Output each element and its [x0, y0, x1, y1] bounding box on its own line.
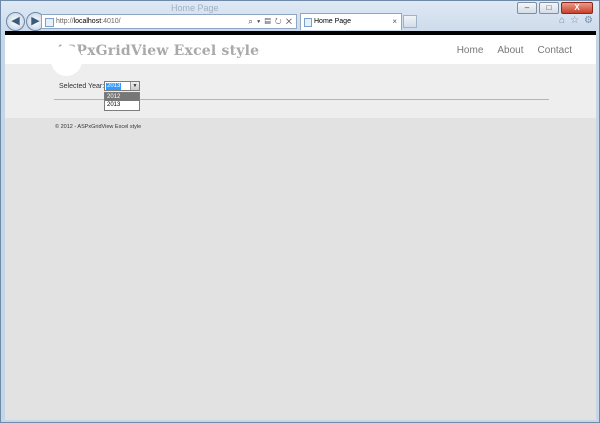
url-scheme: http:// [56, 18, 74, 25]
chevron-down-icon[interactable]: ▼ [130, 82, 139, 90]
nav-link-home[interactable]: Home [457, 45, 484, 56]
page-icon [45, 18, 54, 27]
maximize-button[interactable]: □ [539, 2, 559, 14]
year-select-value: 2013 [106, 83, 122, 90]
favorites-star-icon[interactable]: ☆ [570, 15, 579, 26]
site-header: ASPxGridView Excel style Home About Cont… [5, 35, 596, 64]
url-port-path: :4010/ [101, 18, 121, 25]
address-bar[interactable]: http://localhost:4010/ ⌕ ▾ ▤ ↻ ✕ [41, 14, 297, 29]
home-icon[interactable]: ⌂ [559, 15, 565, 26]
tab-close-icon[interactable]: × [392, 14, 397, 29]
tab-home-page[interactable]: Home Page × [300, 13, 402, 30]
command-icons: ⌂ ☆ ⚙ [559, 15, 593, 26]
nav-link-about[interactable]: About [497, 45, 523, 56]
close-button[interactable]: X [561, 2, 593, 14]
footer-text: © 2012 - ASPxGridView Excel style [55, 124, 142, 130]
selected-year-label: Selected Year: [59, 83, 105, 90]
year-select[interactable]: 2013 ▼ [104, 81, 140, 91]
year-dropdown-list: 2012 2013 [104, 92, 140, 111]
main-content: Selected Year: 2013 ▼ [5, 45, 596, 118]
tab-page-icon [304, 18, 312, 27]
minimize-button[interactable]: – [517, 2, 537, 14]
site-title[interactable]: ASPxGridView Excel style [55, 43, 259, 59]
header-circle-decoration [51, 45, 82, 76]
titlebar-ghost-text: Home Page [171, 3, 219, 13]
year-option-2012[interactable]: 2012 [105, 93, 139, 101]
year-option-2013[interactable]: 2013 [105, 101, 139, 109]
browser-window: Home Page – □ X ◀ ▶ http://localhost:401… [0, 0, 600, 423]
site-nav: Home About Contact [457, 45, 572, 56]
url-host: localhost [73, 18, 102, 25]
page-viewport: ASPxGridView Excel style Home About Cont… [5, 31, 596, 420]
new-tab-button[interactable] [403, 15, 417, 28]
address-bar-icons[interactable]: ⌕ ▾ ▤ ↻ ✕ [248, 15, 293, 28]
tab-title: Home Page [314, 18, 351, 25]
back-button[interactable]: ◀ [6, 12, 25, 31]
window-controls: – □ X [517, 2, 593, 14]
settings-gear-icon[interactable]: ⚙ [584, 15, 593, 26]
nav-link-contact[interactable]: Contact [538, 45, 572, 56]
